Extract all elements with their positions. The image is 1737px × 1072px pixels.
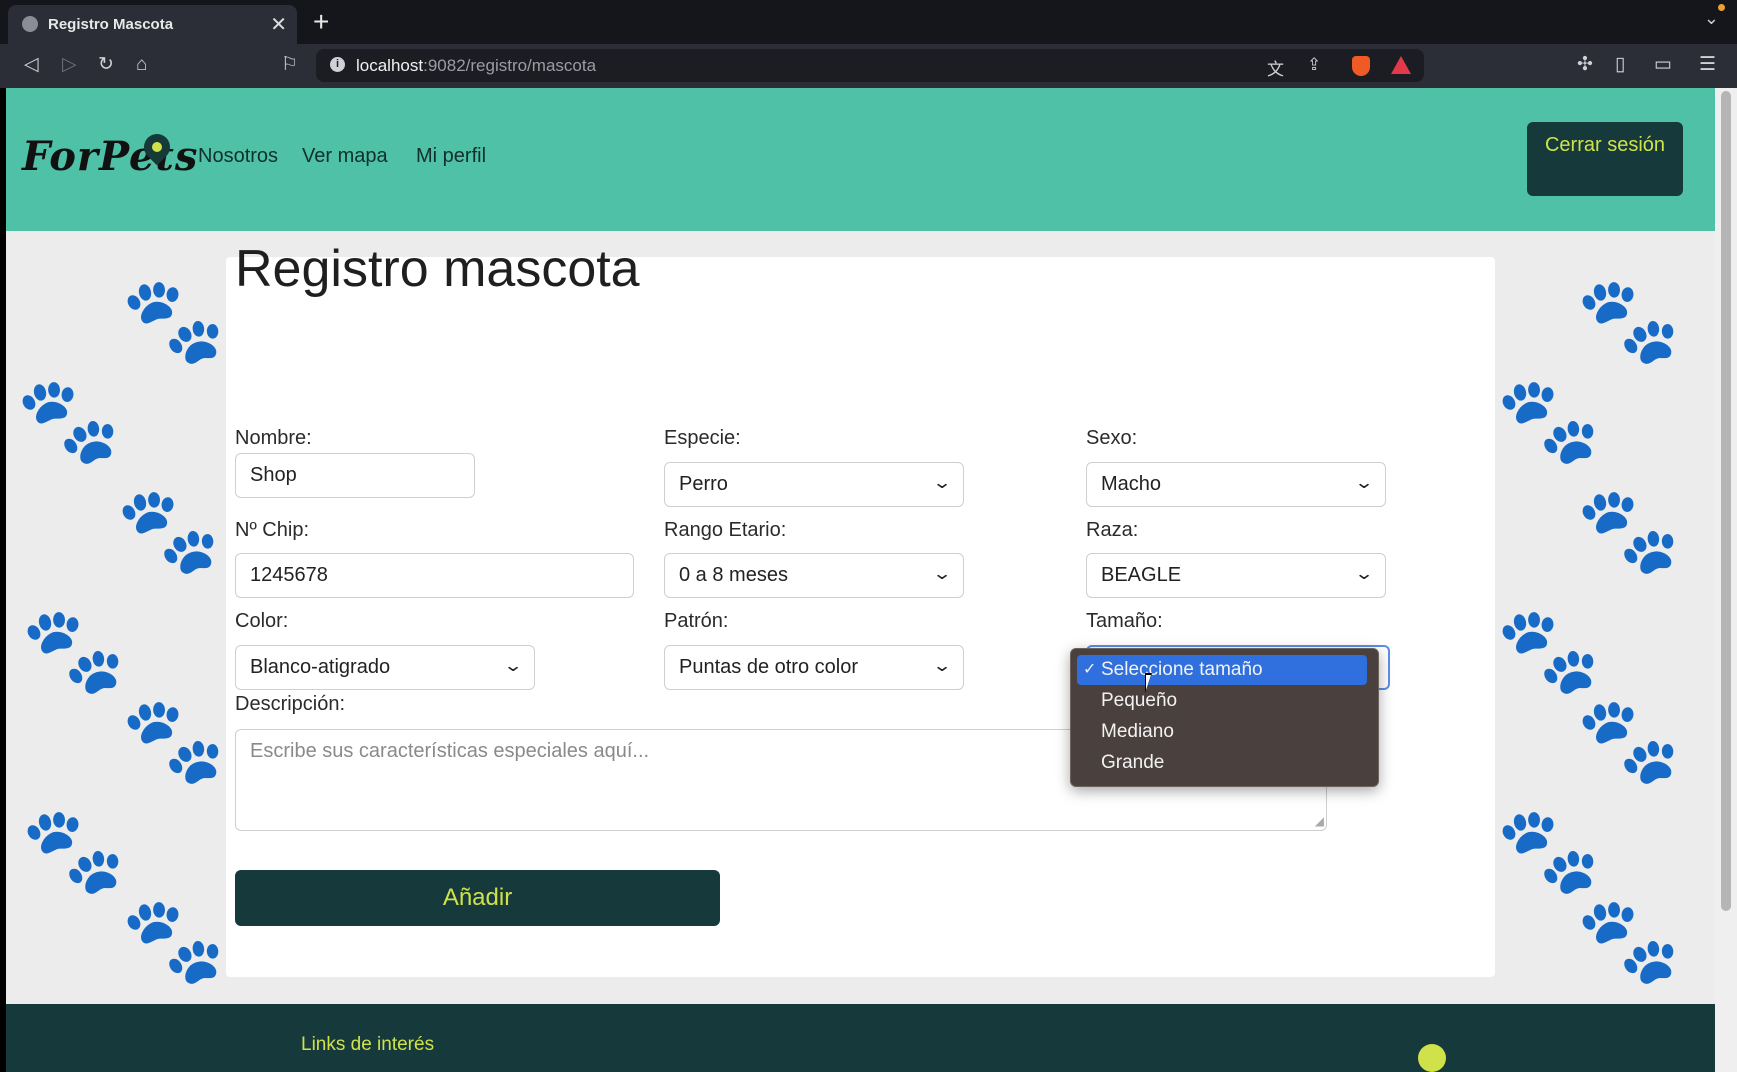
mouse-cursor-icon (1145, 673, 1152, 693)
page-scrollbar[interactable] (1715, 88, 1737, 1072)
resize-handle-icon[interactable]: ◢ (1315, 814, 1324, 828)
paw-print-icon: 🐾 (121, 273, 226, 367)
nav-link-mi-perfil[interactable]: Mi perfil (416, 145, 486, 168)
browser-tab[interactable]: Registro Mascota ✕ (8, 5, 297, 44)
chip-input[interactable]: 1245678 (235, 553, 634, 598)
site-info-icon[interactable]: i (330, 57, 345, 72)
chevron-down-icon: ⌄ (502, 656, 523, 675)
rango-etario-select[interactable]: 0 a 8 meses ⌄ (664, 553, 964, 598)
paw-logo-icon (1418, 1044, 1446, 1072)
patron-value: Puntas de otro color (679, 656, 858, 678)
chevron-down-icon: ⌄ (931, 473, 952, 492)
paw-print-icon: 🐾 (1496, 603, 1601, 697)
rango-etario-value: 0 a 8 meses (679, 564, 788, 586)
back-icon[interactable]: ◁ (24, 54, 39, 76)
paw-print-icon: 🐾 (1496, 803, 1601, 897)
tab-title: Registro Mascota (48, 16, 174, 33)
color-select[interactable]: Blanco-atigrado ⌄ (235, 645, 535, 690)
paw-print-icon: 🐾 (1576, 693, 1681, 787)
patron-label: Patrón: (664, 610, 729, 632)
option-seleccione-tamano[interactable]: ✓ Seleccione tamaño (1077, 655, 1367, 685)
globe-icon (22, 16, 38, 32)
rango-etario-label: Rango Etario: (664, 519, 787, 541)
menu-icon[interactable]: ☰ (1699, 54, 1716, 76)
forward-icon[interactable]: ▷ (62, 54, 77, 76)
nav-link-nosotros[interactable]: Nosotros (198, 145, 278, 168)
tamano-dropdown-menu: ✓ Seleccione tamaño Pequeño Mediano Gran… (1070, 648, 1379, 787)
paw-print-icon: 🐾 (16, 373, 121, 467)
paw-print-icon: 🐾 (1576, 483, 1681, 577)
nav-link-ver-mapa[interactable]: Ver mapa (302, 145, 388, 168)
new-tab-button[interactable]: + (313, 6, 329, 38)
option-mediano[interactable]: Mediano (1077, 717, 1367, 747)
brave-rewards-icon[interactable] (1391, 56, 1411, 74)
add-button[interactable]: Añadir (235, 870, 720, 926)
sexo-label: Sexo: (1086, 427, 1138, 449)
option-grande[interactable]: Grande (1077, 748, 1367, 778)
share-icon[interactable]: ⇪ (1307, 55, 1321, 75)
bookmark-icon[interactable]: ⚐ (281, 54, 298, 76)
chevron-down-icon: ⌄ (931, 564, 952, 583)
sidebar-icon[interactable]: ▯ (1615, 54, 1625, 76)
forpets-logo[interactable]: ForPets (22, 133, 198, 180)
patron-select[interactable]: Puntas de otro color ⌄ (664, 645, 964, 690)
chevron-down-icon: ⌄ (1353, 473, 1374, 492)
extensions-icon[interactable]: ✣ (1577, 54, 1593, 76)
wallet-icon[interactable]: ▭ (1654, 54, 1672, 76)
tab-list-chevron-icon[interactable]: ⌄ (1704, 8, 1719, 29)
paw-print-icon: 🐾 (121, 693, 226, 787)
reload-icon[interactable]: ↻ (98, 54, 114, 76)
paw-print-icon: 🐾 (1496, 373, 1601, 467)
chip-label: Nº Chip: (235, 519, 309, 541)
color-label: Color: (235, 610, 289, 632)
notification-dot (1718, 4, 1725, 11)
footer-links-title: Links de interés (301, 1034, 435, 1055)
raza-select[interactable]: BEAGLE ⌄ (1086, 553, 1386, 598)
descripcion-label: Descripción: (235, 693, 346, 715)
logout-button[interactable]: Cerrar sesión (1527, 122, 1683, 196)
home-icon[interactable]: ⌂ (136, 54, 147, 76)
sexo-select[interactable]: Macho ⌄ (1086, 462, 1386, 507)
tamano-label: Tamaño: (1086, 610, 1163, 632)
paw-print-icon: 🐾 (121, 893, 226, 987)
raza-label: Raza: (1086, 519, 1139, 541)
checkmark-icon: ✓ (1083, 661, 1097, 678)
paw-print-icon: 🐾 (21, 803, 126, 897)
especie-value: Perro (679, 473, 728, 495)
scrollbar-thumb[interactable] (1721, 91, 1731, 911)
descripcion-placeholder: Escribe sus características especiales a… (250, 740, 650, 762)
browser-tab-bar: Registro Mascota ✕ + ⌄ (0, 0, 1737, 44)
especie-label: Especie: (664, 427, 741, 449)
page-title: Registro mascota (235, 240, 640, 298)
close-tab-icon[interactable]: ✕ (270, 12, 287, 37)
especie-select[interactable]: Perro ⌄ (664, 462, 964, 507)
browser-toolbar: ◁ ▷ ↻ ⌂ ⚐ i localhost:9082/registro/masc… (0, 44, 1737, 88)
form-card (226, 257, 1495, 977)
paw-print-icon: 🐾 (116, 483, 221, 577)
nombre-input[interactable]: Shop (235, 453, 475, 498)
raza-value: BEAGLE (1101, 564, 1182, 586)
site-footer: Links de interés (6, 1004, 1715, 1072)
translate-icon[interactable]: 文 (1267, 55, 1284, 80)
sexo-value: Macho (1101, 473, 1162, 495)
paw-print-icon: 🐾 (1576, 273, 1681, 367)
paw-print-icon: 🐾 (21, 603, 126, 697)
nombre-label: Nombre: (235, 427, 312, 449)
address-bar[interactable]: i localhost:9082/registro/mascota 文 ⇪ (316, 49, 1424, 82)
paw-print-icon: 🐾 (1576, 893, 1681, 987)
url-text: localhost:9082/registro/mascota (356, 56, 597, 75)
option-pequeno[interactable]: Pequeño (1077, 686, 1367, 716)
chevron-down-icon: ⌄ (1353, 564, 1374, 583)
brave-shield-icon[interactable] (1352, 56, 1370, 76)
chevron-down-icon: ⌄ (931, 656, 952, 675)
color-value: Blanco-atigrado (250, 656, 391, 678)
site-header: ForPets Nosotros Ver mapa Mi perfil Cerr… (6, 88, 1715, 231)
